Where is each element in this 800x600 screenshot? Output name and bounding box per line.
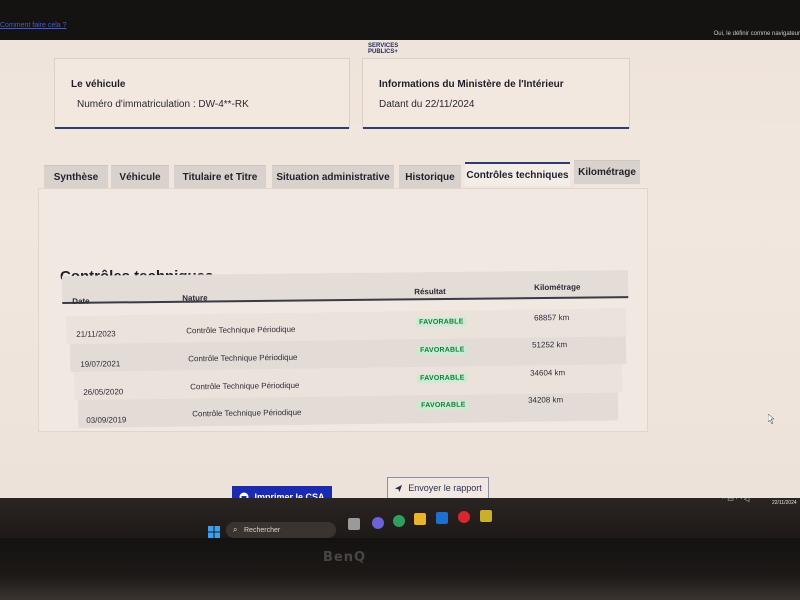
- file-explorer-icon[interactable]: [414, 513, 426, 525]
- tab-historique[interactable]: Historique: [399, 165, 461, 189]
- row-mileage: 68857 km: [534, 312, 570, 323]
- logo-line-2: PUBLICS+: [368, 49, 398, 55]
- network-icon[interactable]: ▭: [727, 496, 734, 503]
- tab-synthese[interactable]: Synthèse: [44, 165, 108, 189]
- row-nature: Contrôle Technique Périodique: [190, 380, 300, 392]
- row-date: 26/05/2020: [83, 387, 124, 397]
- teams-icon[interactable]: [372, 517, 384, 529]
- header-date: Date: [72, 296, 90, 306]
- ministry-data-date: Datant du 22/11/2024: [379, 99, 475, 110]
- vehicle-card-title: Le véhicule: [71, 79, 126, 90]
- row-date: 21/11/2023: [76, 329, 116, 339]
- header-mileage: Kilométrage: [534, 282, 581, 293]
- search-icon: ⌕: [233, 525, 238, 534]
- result-badge: FAVORABLE: [416, 317, 467, 328]
- system-tray[interactable]: ^ ▭ ◠ ◁: [722, 495, 749, 503]
- ministry-card: Informations du Ministère de l'Intérieur…: [362, 58, 630, 129]
- chevron-up-icon[interactable]: ^: [722, 496, 725, 503]
- monitor-brand-logo: BenQ: [323, 550, 367, 565]
- tab-controles-techniques[interactable]: Contrôles techniques: [465, 162, 570, 186]
- row-nature: Contrôle Technique Périodique: [186, 324, 296, 336]
- tab-situation-administrative[interactable]: Situation administrative: [272, 165, 394, 189]
- header-result: Résultat: [414, 286, 446, 297]
- row-mileage: 34604 km: [529, 368, 566, 378]
- mouse-cursor-icon: [768, 414, 775, 424]
- row-date: 19/07/2021: [80, 359, 121, 369]
- monitor-bottom-bezel: [0, 538, 800, 600]
- registration-number: Numéro d'immatriculation : DW-4**-RK: [77, 99, 249, 110]
- default-browser-notice[interactable]: Oui, le définir comme navigateur: [714, 31, 800, 37]
- skype-icon[interactable]: [436, 512, 448, 524]
- taskbar-clock[interactable]: 15:57 22/11/2024: [772, 493, 797, 507]
- send-report-button[interactable]: Envoyer le rapport: [387, 477, 489, 499]
- row-nature: Contrôle Technique Périodique: [188, 352, 298, 364]
- clock-time: 15:57: [784, 493, 797, 499]
- volume-icon[interactable]: ◁: [744, 496, 749, 503]
- tab-kilometrage[interactable]: Kilométrage: [574, 160, 640, 184]
- tab-vehicule[interactable]: Véhicule: [111, 165, 169, 189]
- tab-titulaire-et-titre[interactable]: Titulaire et Titre: [174, 165, 266, 189]
- edge-browser-icon[interactable]: [393, 515, 405, 527]
- row-mileage: 51252 km: [531, 340, 568, 350]
- table-header: Date Nature Résultat Kilométrage: [62, 270, 629, 306]
- row-nature: Contrôle Technique Périodique: [192, 407, 302, 419]
- result-badge: FAVORABLE: [417, 345, 468, 356]
- result-badge: FAVORABLE: [417, 373, 468, 384]
- ministry-card-title: Informations du Ministère de l'Intérieur: [379, 79, 564, 90]
- wifi-icon[interactable]: ◠: [736, 496, 742, 503]
- windows-start-icon[interactable]: [208, 526, 220, 538]
- task-view-icon[interactable]: [348, 518, 360, 530]
- taskbar-search-placeholder: Rechercher: [244, 526, 281, 534]
- clock-date: 22/11/2024: [772, 500, 797, 506]
- help-link[interactable]: Comment faire cela ?: [0, 22, 67, 29]
- send-report-label: Envoyer le rapport: [408, 483, 482, 493]
- monitor-top-bezel: [0, 0, 800, 40]
- notes-app-icon[interactable]: [480, 510, 492, 522]
- opera-icon[interactable]: [458, 511, 470, 523]
- services-publics-logo[interactable]: SERVICES PUBLICS+: [368, 43, 398, 55]
- result-badge: FAVORABLE: [418, 400, 469, 411]
- row-mileage: 34208 km: [527, 395, 564, 405]
- card-accent-bar: [55, 127, 349, 129]
- vehicle-card: Le véhicule Numéro d'immatriculation : D…: [54, 58, 350, 129]
- send-icon: [395, 484, 403, 492]
- row-date: 03/09/2019: [86, 415, 127, 425]
- taskbar-search-input[interactable]: Rechercher: [226, 522, 336, 538]
- card-accent-bar: [363, 127, 629, 129]
- header-nature: Nature: [182, 293, 208, 303]
